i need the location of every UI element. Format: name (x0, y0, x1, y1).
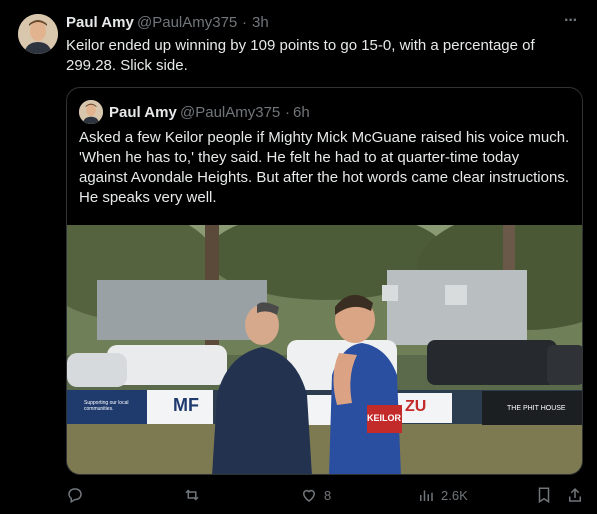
author-avatar[interactable] (18, 14, 58, 54)
quote-author-avatar (79, 100, 103, 124)
quote-author-name: Paul Amy (109, 104, 177, 121)
bookmark-button[interactable] (535, 486, 553, 504)
tweet-text: Keilor ended up winning by 109 points to… (66, 37, 535, 74)
share-button[interactable] (566, 486, 584, 504)
bookmark-icon (538, 487, 550, 504)
retweet-button[interactable] (183, 486, 207, 504)
tweet-actions: 8 2.6K (0, 486, 597, 510)
author-name[interactable]: Paul Amy (66, 14, 134, 31)
views-button[interactable]: 2.6K (417, 486, 468, 504)
like-count: 8 (324, 487, 332, 503)
views-icon (420, 490, 433, 501)
sign-mf: MF (173, 395, 199, 415)
guernsey-text: KEILOR (367, 413, 402, 423)
views-count: 2.6K (441, 487, 468, 503)
reply-icon (68, 488, 82, 504)
quote-separator-dot: · (285, 104, 290, 121)
tweet-time[interactable]: 3h (252, 14, 269, 31)
photo-scene (67, 210, 582, 474)
quote-text: Asked a few Keilor people if Mighty Mick… (79, 129, 570, 206)
sign-phit-house: THE PHIT HOUSE (507, 405, 566, 412)
sign-community: Supporting our local communities. (84, 400, 129, 412)
like-button[interactable]: 8 (300, 486, 331, 504)
quote-author-handle: @PaulAmy375 (180, 104, 281, 121)
retweet-icon (185, 489, 199, 501)
quote-photo[interactable]: Supporting our local communities. MF ZU … (67, 210, 582, 474)
reply-button[interactable] (66, 486, 90, 504)
like-icon (302, 489, 316, 502)
quote-time: 6h (293, 104, 310, 121)
author-handle[interactable]: @PaulAmy375 (137, 14, 237, 31)
share-icon (569, 487, 581, 502)
more-options-icon[interactable]: ··· (564, 12, 578, 30)
quoted-tweet[interactable]: Paul Amy @PaulAmy375 · 6h Asked a few Ke… (66, 87, 583, 475)
separator-dot: · (242, 14, 247, 31)
sign-zu: ZU (405, 398, 427, 415)
